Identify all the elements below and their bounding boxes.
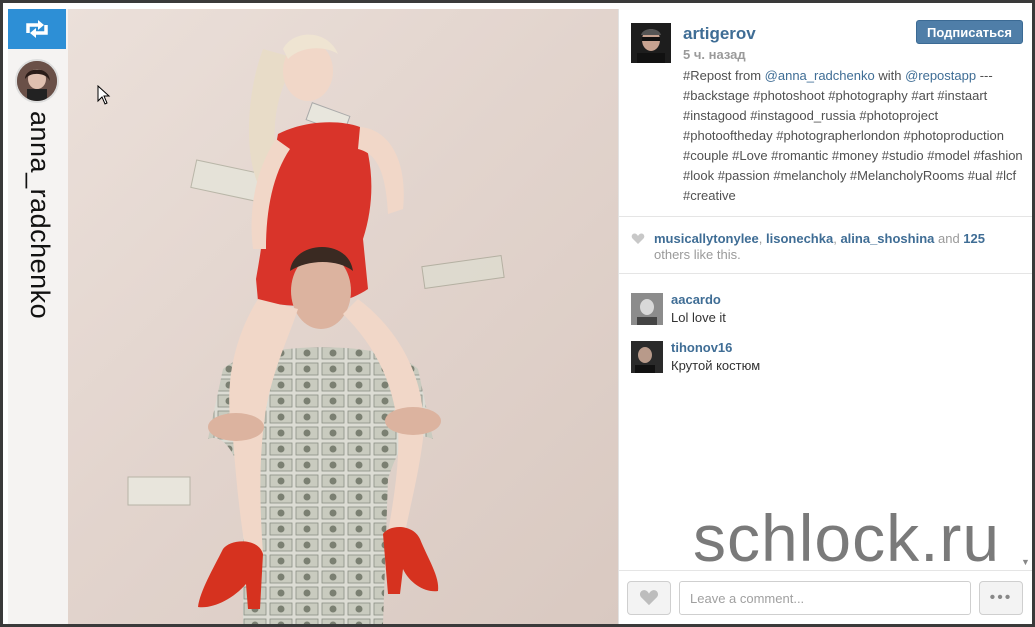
watermark: schlock.ru [693,501,1001,575]
heart-icon [639,590,659,606]
comment-username[interactable]: aacardo [671,292,721,307]
likes-count[interactable]: 125 [963,231,985,246]
owner-avatar[interactable] [631,23,671,63]
mouse-cursor-icon [97,85,111,105]
caption-mention-link[interactable]: @repostapp [905,68,976,83]
like-button[interactable] [627,581,671,615]
liker-link[interactable]: lisonechka [766,231,833,246]
comment-text: Крутой костюм [671,358,761,373]
repost-username[interactable]: anna_radchenko [11,111,61,341]
app-window: anna_radchenko artigerov 5 ч. назад Подп… [0,0,1035,627]
heart-icon [631,233,645,244]
comment-input[interactable] [679,581,971,615]
likes-separator: , [758,231,767,246]
repost-icon [8,9,66,49]
owner-avatar-image [631,23,671,63]
comment-avatar-image [631,341,663,373]
comments-scrollbar[interactable]: ▼ [1020,275,1030,570]
comment-avatar[interactable] [631,293,663,325]
follow-button[interactable]: Подписаться [916,20,1023,44]
repost-arrows-icon [26,20,48,38]
comment-footer: ••• [619,570,1032,624]
post-header: artigerov 5 ч. назад Подписаться #Repost… [619,9,1032,217]
repost-username-text: anna_radchenko [25,111,55,320]
avatar-image [17,61,57,101]
owner-username[interactable]: artigerov [683,24,756,44]
comment-username[interactable]: tihonov16 [671,340,732,355]
post-time: 5 ч. назад [683,47,746,62]
likes-text: musicallytonylee, lisonechka, alina_shos… [654,231,1024,263]
scroll-down-arrow-icon[interactable]: ▼ [1021,557,1030,567]
liker-link[interactable]: musicallytonylee [654,231,759,246]
likes-rest: others like this. [654,247,741,262]
liker-link[interactable]: alina_shoshina [840,231,934,246]
comment-avatar[interactable] [631,341,663,373]
more-options-button[interactable]: ••• [979,581,1023,615]
caption-text: with [874,68,906,83]
repost-avatar[interactable] [15,59,59,103]
likes-section: musicallytonylee, lisonechka, alina_shos… [619,218,1032,274]
comment-text: Lol love it [671,310,726,325]
comment-avatar-image [631,293,663,325]
more-options-icon: ••• [989,589,1013,606]
likes-and: and [934,231,964,246]
post-caption: #Repost from @anna_radchenko with @repos… [683,66,1028,206]
caption-mention-link[interactable]: @anna_radchenko [765,68,875,83]
caption-text: #Repost from [683,68,765,83]
caption-hashtags[interactable]: --- #backstage #photoshoot #photography … [683,68,1023,203]
comment-item: aacardo Lol love it [631,289,1021,329]
comment-item: tihonov16 Крутой костюм [631,337,1021,377]
